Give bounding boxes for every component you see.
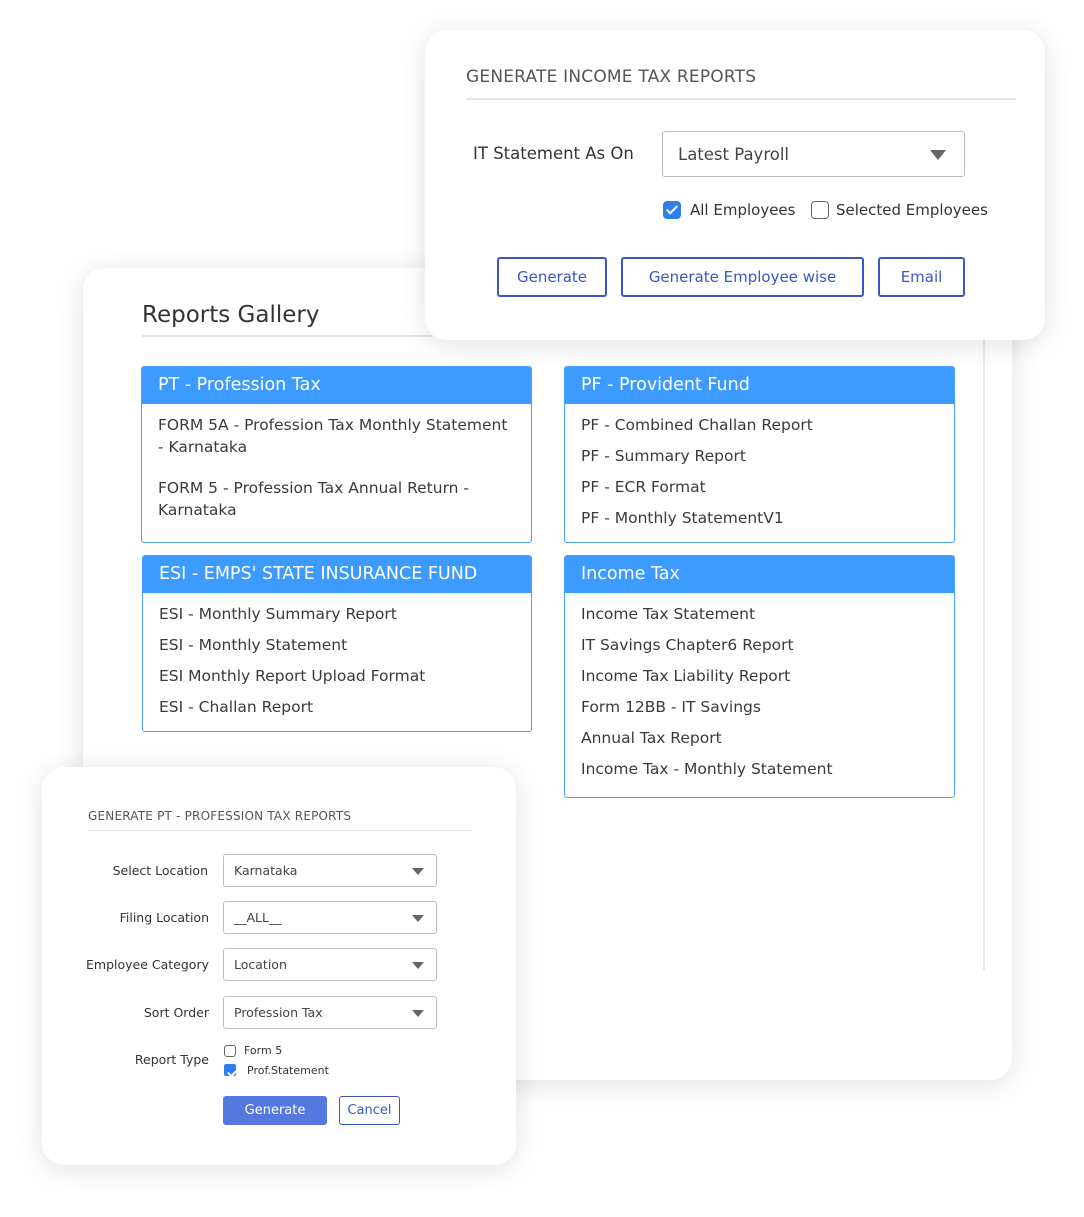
section-header: PT - Profession Tax [142, 367, 531, 404]
select-location-label: Select Location [112, 863, 208, 878]
chevron-down-icon [412, 914, 424, 922]
select-value: Location [234, 957, 287, 972]
select-value: Profession Tax [234, 1005, 323, 1020]
select-location-dropdown[interactable]: Karnataka [223, 854, 437, 887]
generate-button[interactable]: Generate [223, 1096, 327, 1125]
pt-panel: GENERATE PT - PROFESSION TAX REPORTS Sel… [42, 767, 516, 1165]
gallery-title: Reports Gallery [142, 302, 320, 328]
chevron-down-icon [930, 150, 946, 160]
report-link[interactable]: FORM 5 - Profession Tax Annual Return - … [158, 477, 515, 521]
all-employees-label: All Employees [690, 201, 796, 219]
divider [88, 830, 472, 831]
prof-statement-checkbox[interactable] [224, 1064, 236, 1076]
scrollbar[interactable] [983, 340, 985, 970]
sort-order-label: Sort Order [143, 1005, 209, 1020]
prof-statement-label: Prof.Statement [247, 1064, 329, 1077]
employee-category-dropdown[interactable]: Location [223, 948, 437, 981]
report-link[interactable]: PF - ECR Format [581, 476, 938, 498]
report-link[interactable]: Income Tax - Monthly Statement [581, 758, 938, 780]
cancel-button[interactable]: Cancel [339, 1096, 400, 1125]
employee-category-label: Employee Category [86, 957, 209, 972]
statement-label: IT Statement As On [473, 144, 634, 163]
form5-label: Form 5 [244, 1044, 283, 1057]
chevron-down-icon [412, 961, 424, 969]
chevron-down-icon [412, 867, 424, 875]
report-link[interactable]: ESI - Challan Report [159, 696, 515, 718]
section-header: PF - Provident Fund [565, 367, 954, 404]
report-link[interactable]: ESI Monthly Report Upload Format [159, 665, 515, 687]
report-link[interactable]: PF - Monthly StatementV1 [581, 507, 938, 529]
section-header: Income Tax [565, 556, 954, 593]
statement-select[interactable]: Latest Payroll [662, 131, 965, 177]
report-link[interactable]: Annual Tax Report [581, 727, 938, 749]
select-value: Latest Payroll [678, 144, 790, 164]
all-employees-checkbox[interactable] [663, 201, 681, 219]
sort-order-dropdown[interactable]: Profession Tax [223, 996, 437, 1029]
panel-title: GENERATE INCOME TAX REPORTS [466, 67, 757, 87]
filing-location-dropdown[interactable]: __ALL__ [223, 901, 437, 934]
report-link[interactable]: Form 12BB - IT Savings [581, 696, 938, 718]
panel-title: GENERATE PT - PROFESSION TAX REPORTS [88, 809, 352, 823]
section-pf: PF - Provident Fund PF - Combined Challa… [564, 366, 955, 543]
section-header: ESI - EMPS' STATE INSURANCE FUND [143, 556, 531, 593]
chevron-down-icon [412, 1009, 424, 1017]
selected-employees-checkbox[interactable] [811, 201, 829, 219]
email-button[interactable]: Email [878, 257, 965, 297]
generate-button[interactable]: Generate [497, 257, 607, 297]
report-link[interactable]: ESI - Monthly Statement [159, 634, 515, 656]
selected-employees-label: Selected Employees [836, 201, 988, 219]
report-link[interactable]: Income Tax Statement [581, 603, 938, 625]
report-type-label: Report Type [134, 1052, 209, 1067]
income-tax-panel: GENERATE INCOME TAX REPORTS IT Statement… [425, 30, 1045, 340]
divider [142, 335, 432, 337]
report-link[interactable]: IT Savings Chapter6 Report [581, 634, 938, 656]
form5-checkbox[interactable] [224, 1045, 236, 1057]
section-esi: ESI - EMPS' STATE INSURANCE FUND ESI - M… [142, 555, 532, 732]
select-value: __ALL__ [234, 910, 282, 925]
report-link[interactable]: ESI - Monthly Summary Report [159, 603, 515, 625]
generate-employee-wise-button[interactable]: Generate Employee wise [621, 257, 864, 297]
section-pt: PT - Profession Tax FORM 5A - Profession… [141, 366, 532, 543]
select-value: Karnataka [234, 863, 298, 878]
report-link[interactable]: PF - Combined Challan Report [581, 414, 938, 436]
report-link[interactable]: FORM 5A - Profession Tax Monthly Stateme… [158, 414, 515, 458]
divider [466, 98, 1016, 100]
section-income-tax: Income Tax Income Tax Statement IT Savin… [564, 555, 955, 798]
report-link[interactable]: PF - Summary Report [581, 445, 938, 467]
report-link[interactable]: Income Tax Liability Report [581, 665, 938, 687]
filing-location-label: Filing Location [119, 910, 209, 925]
